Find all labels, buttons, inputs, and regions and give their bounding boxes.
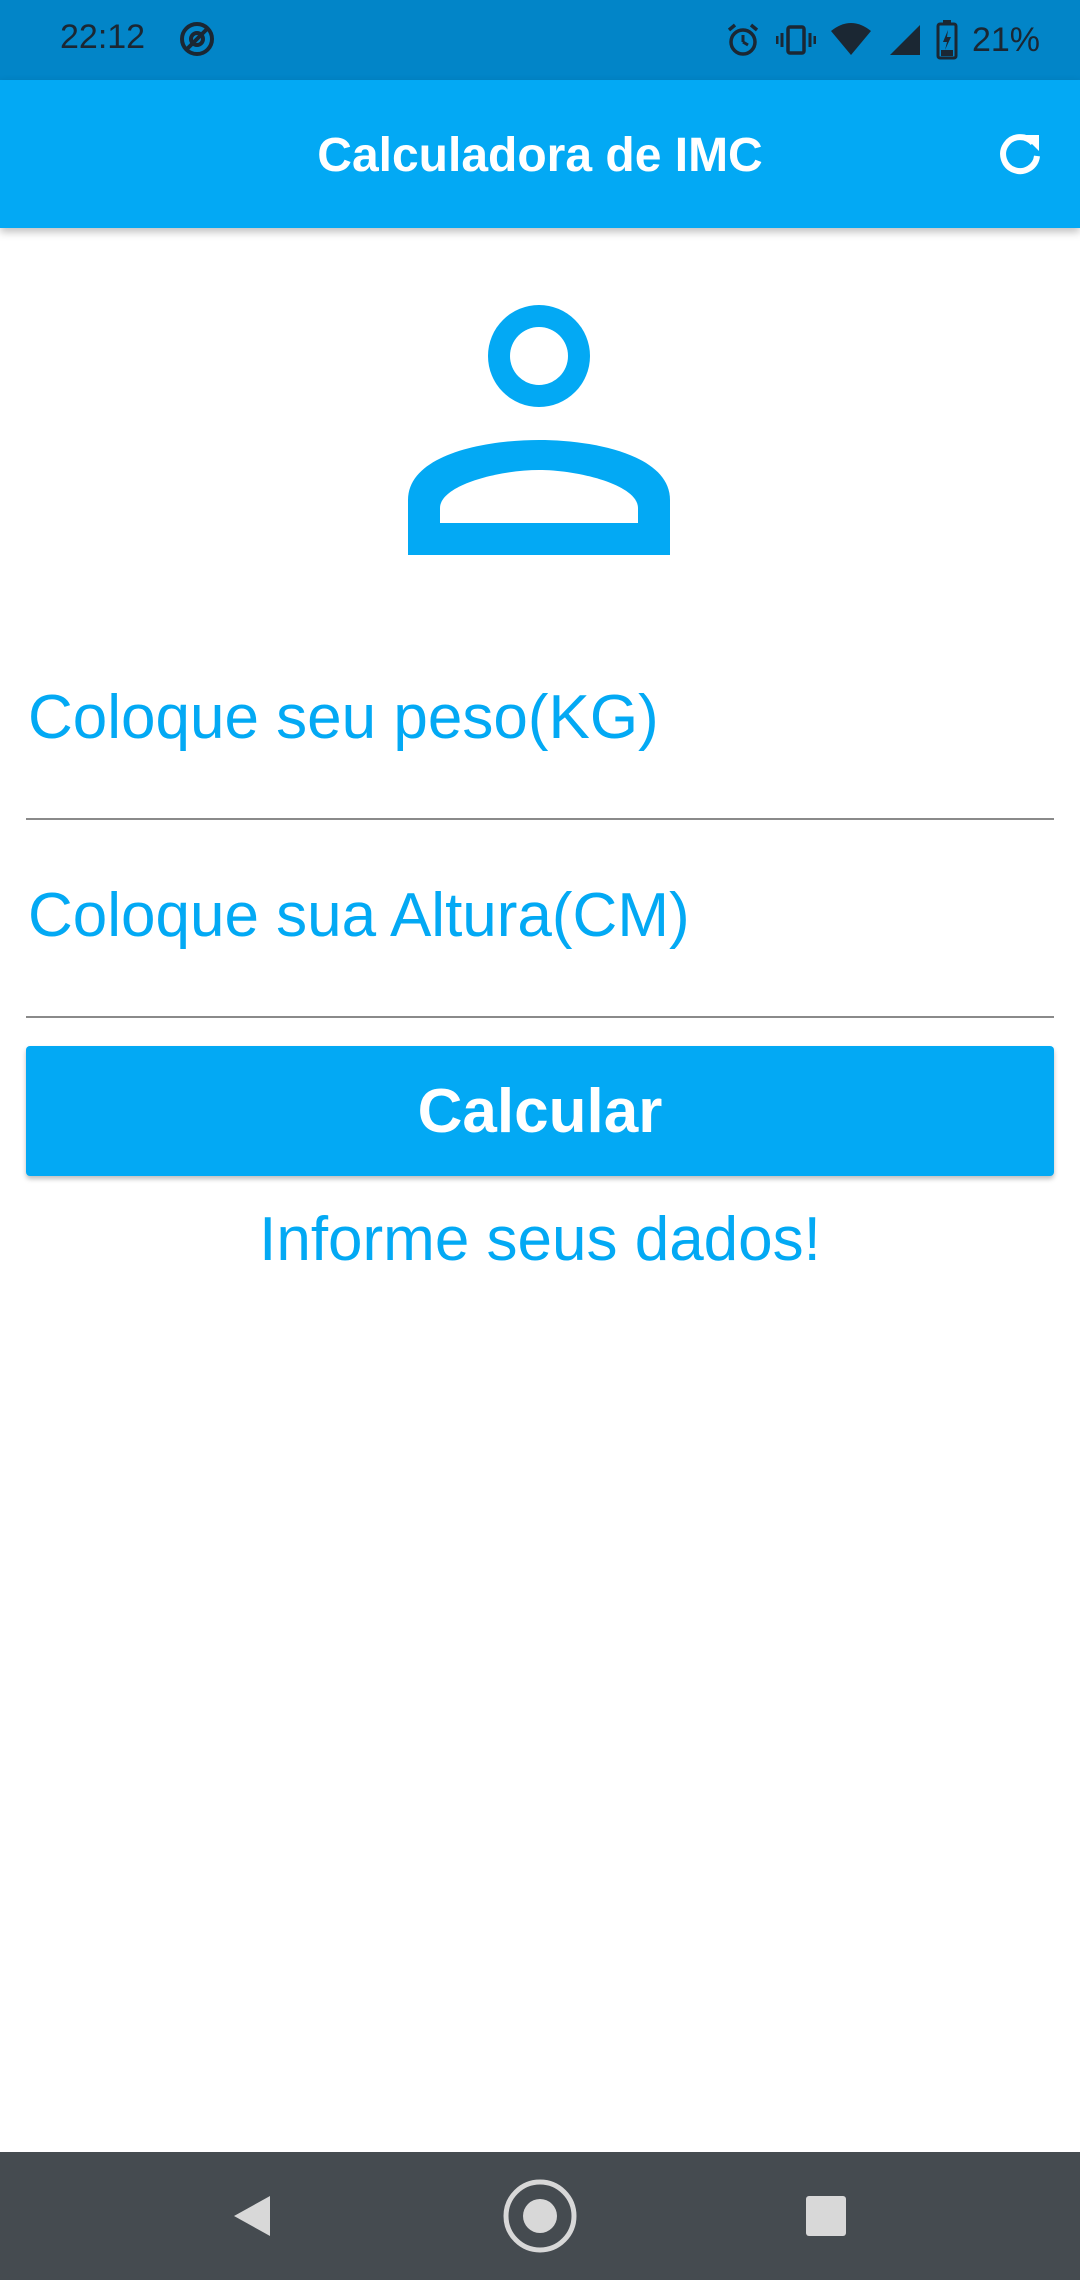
battery-charging-icon <box>936 20 958 60</box>
back-button[interactable] <box>212 2176 292 2256</box>
height-field-label: Coloque sua Altura(CM) <box>28 881 690 950</box>
home-icon <box>503 2179 577 2253</box>
battery-percent: 21% <box>971 20 1040 59</box>
cell-signal-icon <box>886 21 922 59</box>
wifi-icon <box>830 21 872 59</box>
vibrate-icon <box>775 21 816 59</box>
weight-field[interactable]: Coloque seu peso(KG) <box>26 670 1054 820</box>
refresh-button[interactable] <box>990 124 1050 184</box>
person-outline-icon <box>404 290 674 560</box>
alarm-icon <box>724 21 762 59</box>
status-time: 22:12 <box>60 18 146 56</box>
recents-icon <box>806 2196 846 2236</box>
navigation-bar <box>0 2152 1080 2280</box>
info-text: Informe seus dados! <box>259 1205 821 1274</box>
recents-button[interactable] <box>786 2176 866 2256</box>
calculate-button[interactable]: Calcular <box>26 1046 1054 1176</box>
vpn-circle-icon <box>178 20 216 58</box>
home-button[interactable] <box>500 2176 580 2256</box>
refresh-icon <box>1000 134 1040 175</box>
back-icon <box>234 2196 270 2236</box>
weight-field-label: Coloque seu peso(KG) <box>28 683 659 752</box>
status-icons: 21% <box>724 16 1040 64</box>
app-bar: Calculadora de IMC <box>0 80 1080 228</box>
screen: 22:12 21% Calculadora de IMC Coloque seu… <box>0 0 1080 2280</box>
height-field[interactable]: Coloque sua Altura(CM) <box>26 868 1054 1018</box>
status-bar: 22:12 21% <box>0 0 1080 80</box>
app-title: Calculadora de IMC <box>317 129 763 182</box>
